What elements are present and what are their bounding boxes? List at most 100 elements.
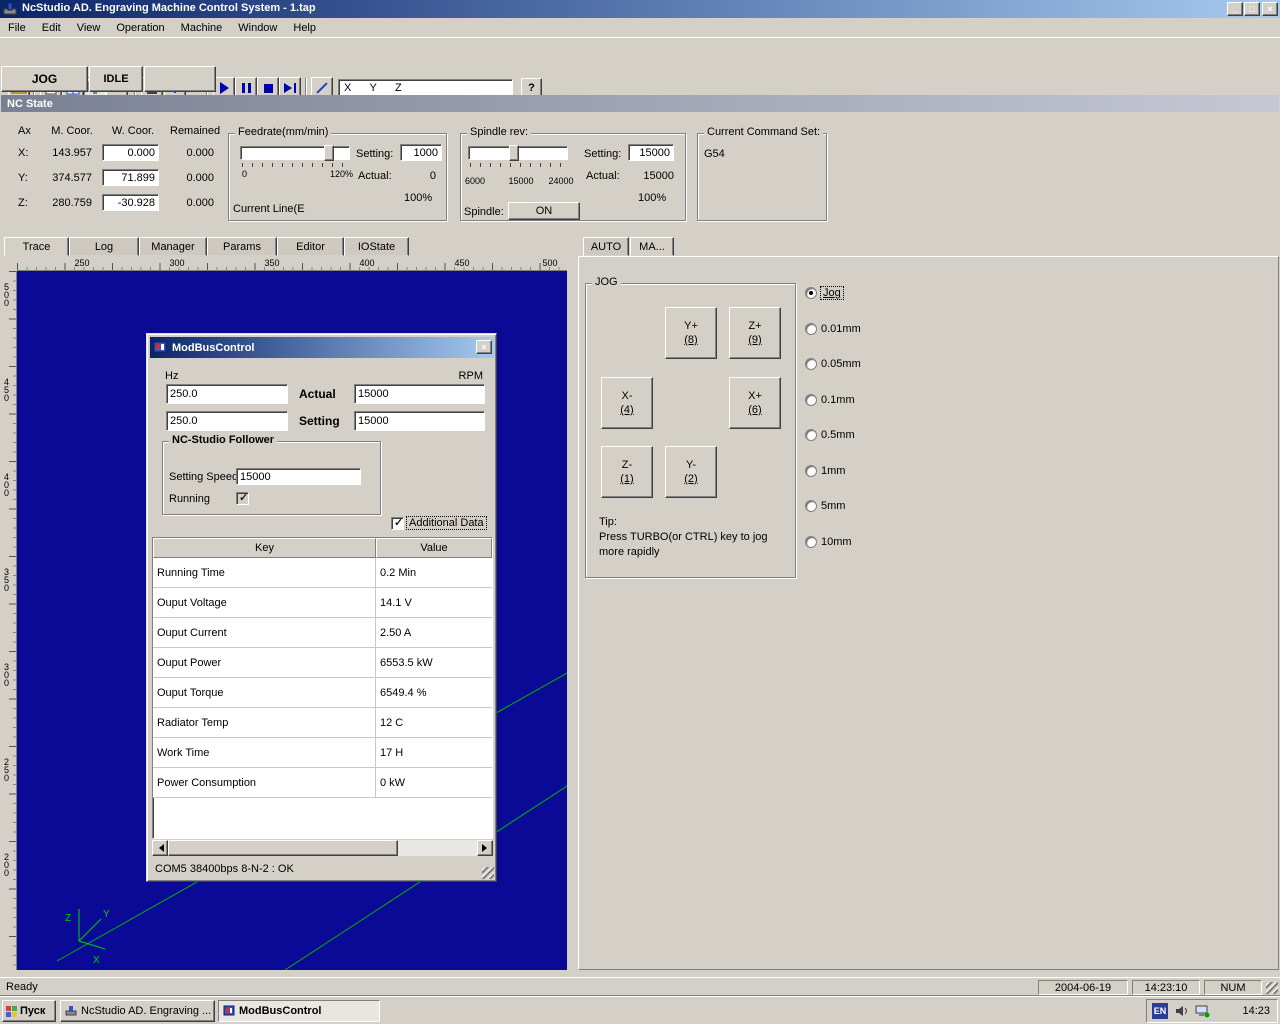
setting-speed-field[interactable]: 15000 — [236, 468, 361, 485]
menu-operation[interactable]: Operation — [108, 20, 172, 36]
tab-manual[interactable]: MA... — [630, 237, 674, 256]
tab-auto[interactable]: AUTO — [583, 237, 629, 256]
windows-logo-icon — [6, 1006, 17, 1017]
spindle-tick-mid: 15000 — [505, 176, 537, 186]
rpm-actual-field[interactable]: 15000 — [354, 384, 485, 404]
dialog-title-bar[interactable]: ModBusControl × — [150, 337, 495, 358]
jog-z-minus-button[interactable]: Z- (1) — [601, 446, 653, 498]
radio-10mm-label[interactable]: 10mm — [821, 536, 852, 548]
table-row[interactable]: Radiator Temp 12 C — [153, 708, 492, 738]
task-button-ncstudio[interactable]: NcStudio AD. Engraving ... — [60, 1000, 215, 1022]
feedrate-slider-thumb[interactable] — [324, 145, 334, 161]
volume-icon[interactable] — [1174, 1004, 1190, 1018]
radio-001mm[interactable] — [805, 323, 817, 335]
table-row[interactable]: Power Consumption 0 kW — [153, 768, 492, 798]
radio-5mm[interactable] — [805, 500, 817, 512]
start-button[interactable]: Пуск — [2, 1000, 56, 1022]
table-row[interactable]: Running Time 0.2 Min — [153, 558, 492, 588]
spindle-onoff-label: Spindle: — [464, 206, 504, 218]
tab-params[interactable]: Params — [207, 237, 277, 256]
task-button-modbus[interactable]: ModBusControl — [218, 1000, 380, 1022]
spindle-actual-value: 15000 — [630, 170, 674, 182]
menu-window[interactable]: Window — [230, 20, 285, 36]
jog-button-label: Z- — [622, 458, 632, 472]
axis-indicator-x: X — [93, 955, 100, 966]
modbus-icon — [153, 340, 167, 354]
radio-1mm[interactable] — [805, 465, 817, 477]
axis-x-machine: 143.957 — [40, 147, 92, 159]
feedrate-actual-label: Actual: — [358, 170, 392, 182]
close-button[interactable]: × — [1262, 2, 1278, 16]
radio-05mm-label[interactable]: 0.5mm — [821, 429, 855, 441]
scroll-thumb[interactable] — [168, 840, 398, 856]
radio-1mm-label[interactable]: 1mm — [821, 465, 845, 477]
window-resize-grip[interactable] — [1266, 982, 1278, 994]
radio-005mm-label[interactable]: 0.05mm — [821, 358, 861, 370]
scroll-right-button[interactable] — [477, 840, 493, 856]
minimize-button[interactable]: _ — [1227, 2, 1243, 16]
spindle-on-button[interactable]: ON — [508, 202, 580, 220]
tab-manager[interactable]: Manager — [139, 237, 207, 256]
table-header-row: Key Value — [153, 538, 492, 558]
dialog-close-button[interactable]: × — [476, 340, 492, 354]
jog-y-minus-button[interactable]: Y- (2) — [665, 446, 717, 498]
menu-help[interactable]: Help — [285, 20, 324, 36]
feedrate-setting-field[interactable]: 1000 — [400, 144, 442, 161]
table-row[interactable]: Work Time 17 H — [153, 738, 492, 768]
table-cell-key: Ouput Current — [153, 618, 376, 647]
tab-iostate[interactable]: IOState — [344, 237, 409, 256]
table-cell-key: Ouput Voltage — [153, 588, 376, 617]
freq-actual-field[interactable]: 250.0 — [166, 384, 288, 404]
feedrate-tickmarks — [242, 163, 348, 167]
network-icon[interactable] — [1194, 1004, 1210, 1018]
language-indicator[interactable]: EN — [1152, 1003, 1168, 1019]
radio-5mm-label[interactable]: 5mm — [821, 500, 845, 512]
radio-10mm[interactable] — [805, 536, 817, 548]
table-cell-key: Work Time — [153, 738, 376, 767]
additional-data-label[interactable]: Additional Data — [407, 517, 486, 529]
menu-edit[interactable]: Edit — [34, 20, 69, 36]
jog-x-minus-button[interactable]: X- (4) — [601, 377, 653, 429]
radio-05mm[interactable] — [805, 429, 817, 441]
spindle-tick-max: 24000 — [544, 176, 578, 186]
spindle-slider-thumb[interactable] — [509, 145, 519, 161]
jog-button-label: X- — [622, 389, 633, 403]
menu-machine[interactable]: Machine — [173, 20, 231, 36]
radio-jog[interactable] — [805, 287, 817, 299]
radio-01mm-label[interactable]: 0.1mm — [821, 394, 855, 406]
rpm-setting-field[interactable]: 15000 — [354, 411, 485, 431]
menu-view[interactable]: View — [69, 20, 109, 36]
table-row[interactable]: Ouput Power 6553.5 kW — [153, 648, 492, 678]
table-row[interactable]: Ouput Voltage 14.1 V — [153, 588, 492, 618]
tab-trace[interactable]: Trace — [4, 237, 69, 256]
spindle-setting-field[interactable]: 15000 — [628, 144, 674, 161]
freq-setting-field[interactable]: 250.0 — [166, 411, 288, 431]
pencil-icon — [316, 82, 327, 93]
dialog-resize-grip[interactable] — [482, 867, 494, 879]
mode-jog-box[interactable]: JOG — [1, 66, 88, 92]
table-cell-value: 6549.4 % — [376, 678, 492, 707]
tab-editor[interactable]: Editor — [277, 237, 344, 256]
tab-log[interactable]: Log — [69, 237, 139, 256]
radio-01mm[interactable] — [805, 394, 817, 406]
radio-001mm-label[interactable]: 0.01mm — [821, 323, 861, 335]
jog-y-plus-button[interactable]: Y+ (8) — [665, 307, 717, 359]
table-header-key[interactable]: Key — [153, 538, 376, 558]
table-row[interactable]: Ouput Torque 6549.4 % — [153, 678, 492, 708]
scroll-left-button[interactable] — [152, 840, 168, 856]
coords-col-work: W. Coor. — [106, 125, 160, 137]
maximize-button[interactable]: □ — [1244, 2, 1260, 16]
radio-jog-label[interactable]: Jog — [821, 287, 843, 299]
table-row[interactable]: Ouput Current 2.50 A — [153, 618, 492, 648]
jog-x-plus-button[interactable]: X+ (6) — [729, 377, 781, 429]
additional-data-checkbox[interactable] — [391, 517, 404, 530]
table-cell-key: Ouput Torque — [153, 678, 376, 707]
toolbar: X Y Z ? — [0, 37, 1280, 64]
table-header-value[interactable]: Value — [376, 538, 492, 558]
window-title: NcStudio AD. Engraving Machine Control S… — [22, 2, 316, 14]
pause-icon — [242, 83, 251, 93]
radio-005mm[interactable] — [805, 358, 817, 370]
menu-file[interactable]: File — [0, 20, 34, 36]
jog-z-plus-button[interactable]: Z+ (9) — [729, 307, 781, 359]
running-checkbox[interactable] — [236, 492, 249, 505]
